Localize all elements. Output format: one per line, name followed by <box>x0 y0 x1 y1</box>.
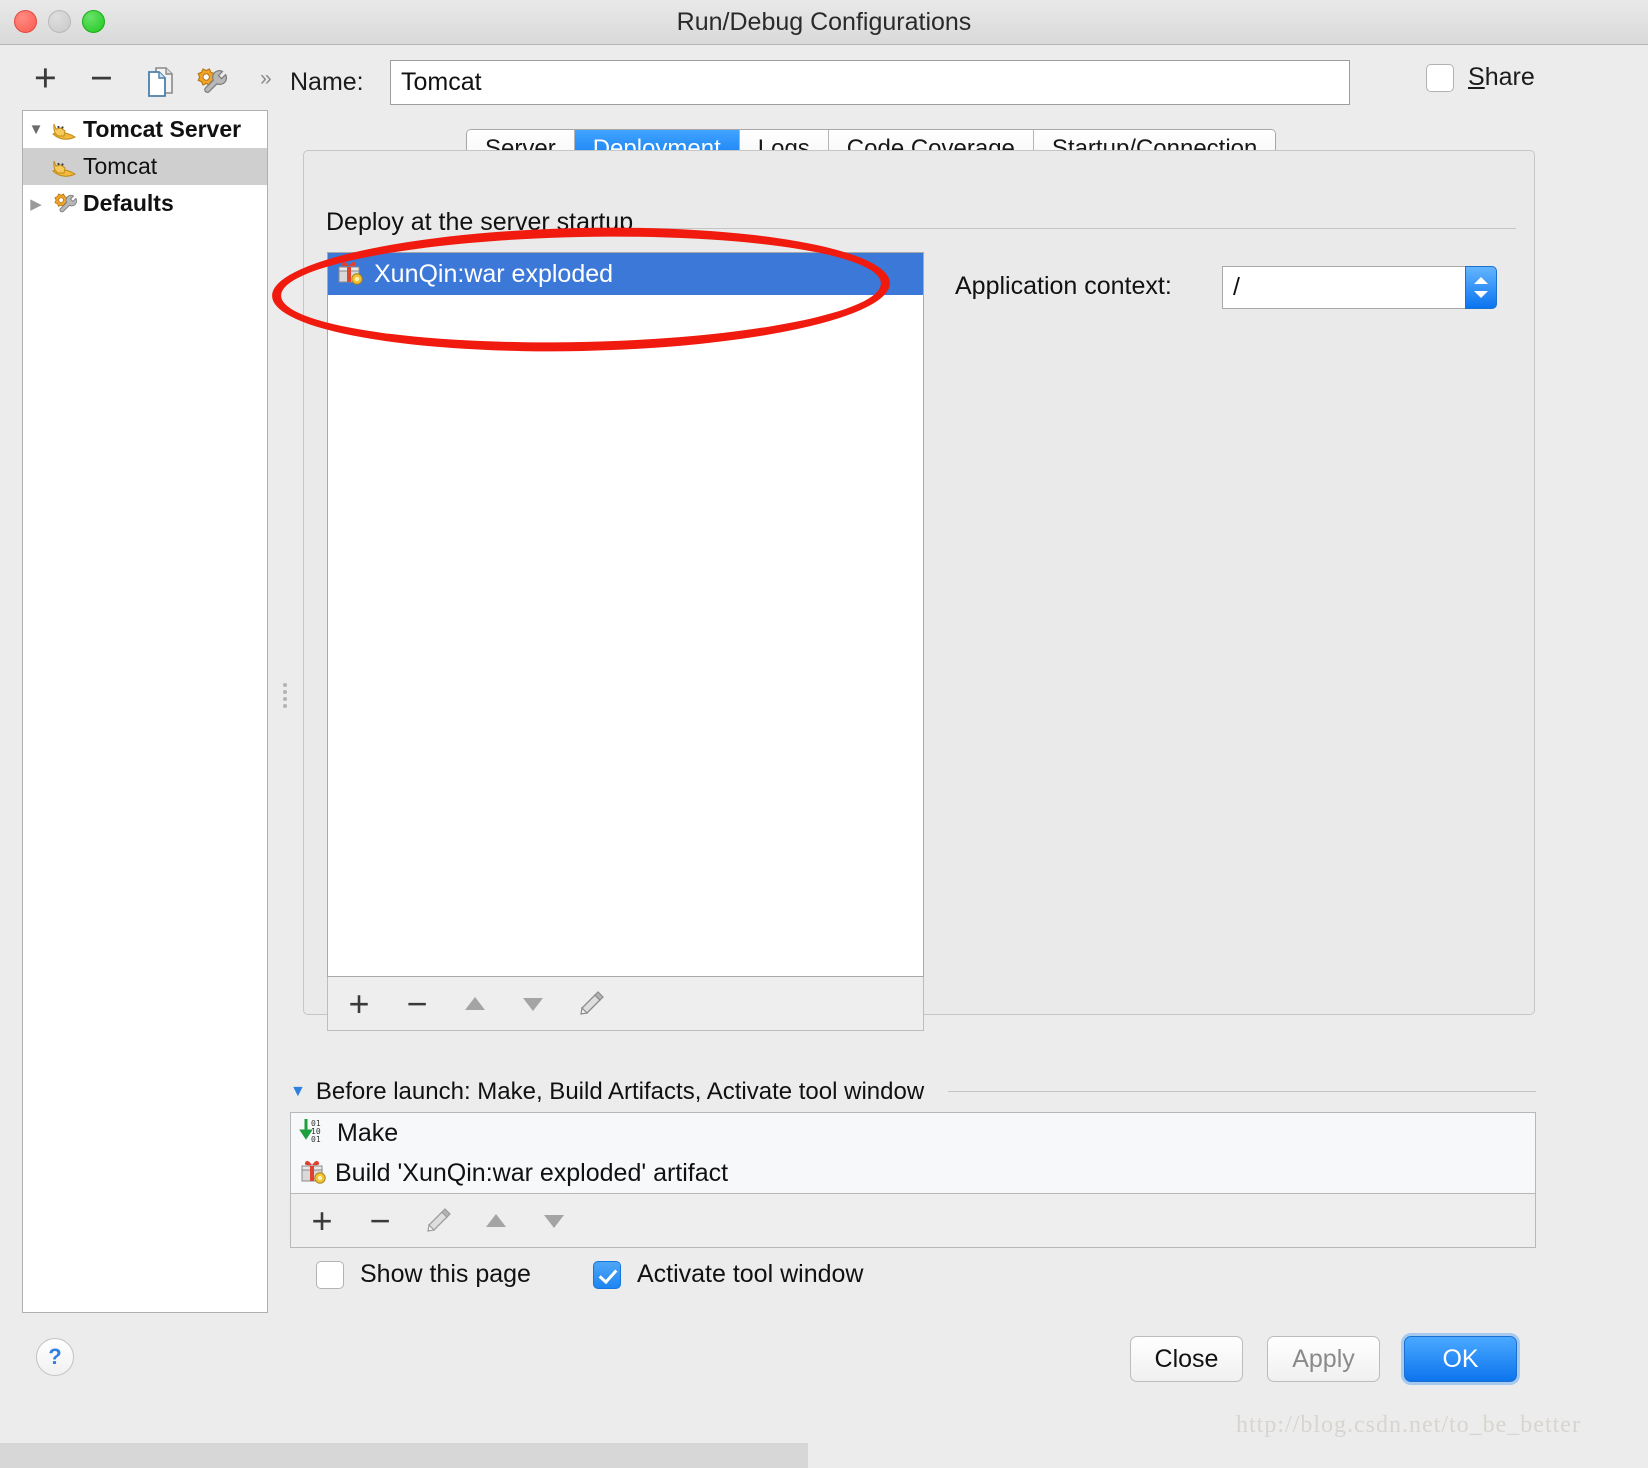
share-checkbox[interactable] <box>1426 63 1454 92</box>
list-item-label: XunQin:war exploded <box>374 259 614 288</box>
ok-button[interactable]: OK <box>1404 1336 1517 1382</box>
tree-node-tomcat[interactable]: Tomcat <box>23 148 267 185</box>
window-title-bar: Run/Debug Configurations <box>0 0 1648 45</box>
copy-icon[interactable] <box>144 65 178 104</box>
show-this-page-label: Show this page <box>360 1260 531 1288</box>
list-item[interactable]: 01 10 01 Make <box>291 1113 1535 1153</box>
show-this-page-checkbox[interactable] <box>316 1260 344 1289</box>
name-row: Name: Tomcat Share <box>290 60 1630 108</box>
list-item[interactable]: XunQin:war exploded <box>328 253 923 295</box>
chevron-double-right-icon[interactable]: » <box>260 67 272 91</box>
list-item-label: Build 'XunQin:war exploded' artifact <box>335 1158 729 1187</box>
tree-node-defaults[interactable]: ▶ Defaults <box>23 185 267 222</box>
help-button[interactable]: ? <box>36 1338 74 1376</box>
share-mnemonic: S <box>1468 63 1485 91</box>
triangle-down-icon[interactable] <box>516 987 550 1021</box>
configurations-tree[interactable]: ▼ Tomcat Server Tomcat ▶ Defaults <box>22 110 268 1313</box>
remove-configuration-button[interactable]: − <box>90 59 113 98</box>
collapse-triangle-icon[interactable]: ▶ <box>23 195 49 213</box>
triangle-up-icon[interactable] <box>458 987 492 1021</box>
before-launch-separator-line <box>948 1091 1536 1092</box>
share-label-rest: hare <box>1484 63 1535 91</box>
application-context-stepper[interactable] <box>1465 266 1497 309</box>
name-label: Name: <box>290 68 364 96</box>
name-input[interactable]: Tomcat <box>390 60 1350 105</box>
before-launch-task-list[interactable]: 01 10 01 Make Build 'XunQin:war exploded… <box>290 1112 1536 1194</box>
artifacts-list-toolbar: + − <box>327 977 924 1031</box>
before-launch-options: Show this page Activate tool window <box>316 1260 863 1289</box>
before-launch-title: Before launch: Make, Build Artifacts, Ac… <box>315 1078 925 1105</box>
add-artifact-button[interactable]: + <box>342 983 376 1024</box>
configurations-toolbar: + − » <box>22 55 272 107</box>
tree-node-label: Defaults <box>83 190 174 216</box>
group-separator-line <box>630 228 1516 229</box>
application-context-label: Application context: <box>955 272 1172 300</box>
wrench-icon <box>49 191 79 217</box>
add-configuration-button[interactable]: + <box>34 59 57 98</box>
activate-tool-window-checkbox[interactable] <box>592 1260 621 1289</box>
wrench-icon[interactable] <box>192 65 228 104</box>
tree-node-label: Tomcat Server <box>83 116 242 142</box>
list-item[interactable]: Build 'XunQin:war exploded' artifact <box>291 1153 1535 1193</box>
triangle-up-icon[interactable] <box>479 1204 513 1238</box>
triangle-down-icon[interactable] <box>537 1204 571 1238</box>
share-label: Share <box>1468 63 1535 92</box>
list-item-label: Make <box>337 1118 399 1147</box>
artifacts-list[interactable]: XunQin:war exploded <box>327 252 924 977</box>
expand-triangle-icon[interactable]: ▼ <box>290 1083 306 1101</box>
dialog-buttons: Close Apply OK <box>1130 1336 1517 1382</box>
before-launch-header[interactable]: ▼ Before launch: Make, Build Artifacts, … <box>290 1078 924 1106</box>
chevron-down-icon <box>1474 291 1488 298</box>
pencil-icon[interactable] <box>574 987 608 1021</box>
pane-splitter-handle[interactable] <box>282 680 290 708</box>
svg-text:01: 01 <box>311 1135 321 1144</box>
tomcat-cat-icon <box>49 118 79 142</box>
apply-button[interactable]: Apply <box>1267 1336 1380 1382</box>
before-launch-toolbar: + − <box>290 1194 1536 1248</box>
watermark-text: http://blog.csdn.net/to_be_better <box>1236 1412 1581 1438</box>
add-task-button[interactable]: + <box>305 1200 339 1241</box>
chevron-up-icon <box>1474 277 1488 284</box>
tomcat-cat-icon <box>49 155 79 179</box>
share-checkbox-group[interactable]: Share <box>1426 63 1535 92</box>
make-binary-arrow-icon: 01 10 01 <box>299 1115 329 1152</box>
close-button-footer[interactable]: Close <box>1130 1336 1243 1382</box>
bottom-shadow-strip <box>0 1443 808 1468</box>
remove-task-button[interactable]: − <box>363 1200 397 1241</box>
window-title: Run/Debug Configurations <box>676 8 972 36</box>
tree-node-tomcat-server[interactable]: ▼ Tomcat Server <box>23 111 267 148</box>
artifact-gift-icon <box>299 1156 327 1191</box>
application-context-input[interactable]: / <box>1222 266 1472 309</box>
tree-node-label: Tomcat <box>83 153 158 179</box>
activate-tool-window-label: Activate tool window <box>636 1260 864 1288</box>
artifact-gift-icon <box>336 257 364 292</box>
expand-triangle-icon[interactable]: ▼ <box>23 121 49 138</box>
deploy-group-label: Deploy at the server startup <box>326 208 644 237</box>
remove-artifact-button[interactable]: − <box>400 983 434 1024</box>
pencil-icon[interactable] <box>421 1204 455 1238</box>
